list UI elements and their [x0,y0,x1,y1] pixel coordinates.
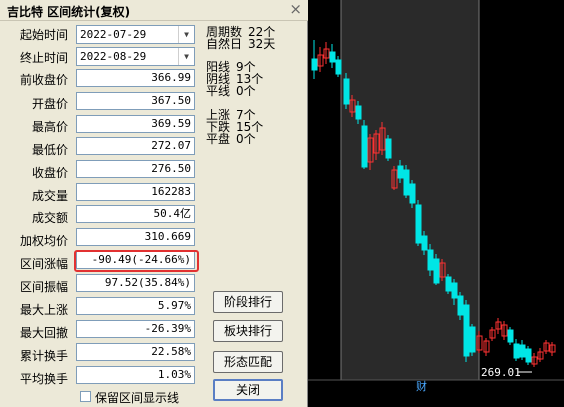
stat-label: 自然日 [206,37,243,51]
chevron-down-icon[interactable]: ▼ [178,48,194,65]
candle-body [385,138,392,159]
start-date-picker[interactable]: 2022-07-29 ▼ [76,25,195,44]
start-time-label: 起始时间 [19,28,68,42]
stat-label: 平盘 [206,132,231,146]
low-value: 272.07 [76,137,195,155]
end-time-label: 终止时间 [19,51,68,65]
candle-body [335,59,342,75]
stat-value: 32天 [248,37,276,51]
candle-body [507,329,514,343]
candle-body [433,258,440,284]
keep-range-lines-label: 保留区间显示线 [95,391,180,405]
stat-flat-candles: 平线 0个 [206,84,256,98]
chevron-down-icon[interactable]: ▼ [178,26,194,43]
start-date-value: 2022-07-29 [80,28,147,41]
candle-body [421,235,428,251]
candle-body [409,183,416,204]
price-label: 269.01 [481,366,521,379]
stat-label: 平线 [206,84,231,98]
max-rise-value: 5.97% [76,297,195,315]
finance-tag: 财 [416,380,427,393]
open-label: 开盘价 [31,97,68,111]
volume-value: 162283 [76,183,195,201]
max-rise-label: 最大上涨 [19,303,68,317]
turnover-value: 50.4亿 [76,205,195,223]
end-date-picker[interactable]: 2022-08-29 ▼ [76,47,195,66]
avg-turnover-label: 平均换手 [19,372,68,386]
max-drawdown-label: 最大回撤 [19,326,68,340]
candle-body [445,276,452,292]
sector-rank-button[interactable]: 板块排行 [213,320,283,342]
max-drawdown-value: -26.39% [76,320,195,338]
candle-body [329,51,336,63]
avg-turnover-value: 1.03% [76,366,195,384]
candle-body [463,304,470,357]
stat-value: 0个 [236,84,256,98]
title-bar: 吉比特 区间统计(复权) × [0,0,308,21]
cum-turnover-value: 22.58% [76,343,195,361]
end-date-value: 2022-08-29 [80,50,147,63]
interval-stats-dialog: 吉比特 区间统计(复权) × 起始时间 2022-07-29 ▼ 终止时间 20… [0,0,308,407]
turnover-label: 成交额 [31,211,68,225]
candle-body [311,58,318,71]
high-label: 最高价 [31,120,68,134]
candle-body [397,165,404,179]
candle-body [519,344,526,358]
prev-close-label: 前收盘价 [19,73,68,87]
close-button[interactable]: 关闭 [213,379,283,401]
stat-natural-days: 自然日 32天 [206,37,275,51]
candle-body [343,78,350,105]
stat-flat-days: 平盘 0个 [206,132,256,146]
stat-value: 0个 [236,132,256,146]
stage-rank-button[interactable]: 阶段排行 [213,291,283,313]
candle-body [427,249,434,271]
candle-body [355,105,362,120]
amplitude-value: 97.52(35.84%) [76,274,195,292]
candle-body [457,295,464,316]
candle-body [525,348,532,363]
candle-body [513,343,520,359]
open-value: 367.50 [76,92,195,110]
close-label: 收盘价 [31,166,68,180]
candle-body [469,326,476,353]
volume-label: 成交量 [31,189,68,203]
close-value: 276.50 [76,160,195,178]
highlight-box [74,250,199,272]
candle-body [415,204,422,244]
vwap-label: 加权均价 [19,234,68,248]
low-label: 最低价 [31,143,68,157]
keep-range-lines-checkbox[interactable] [80,391,91,402]
close-icon[interactable]: × [289,1,302,18]
cum-turnover-label: 累计换手 [19,349,68,363]
candle-body [361,125,368,168]
pattern-match-button[interactable]: 形态匹配 [213,351,283,373]
prev-close-value: 366.99 [76,69,195,87]
candle-body [451,282,458,299]
vwap-value: 310.669 [76,228,195,246]
change-label: 区间涨幅 [19,257,68,271]
amplitude-label: 区间振幅 [19,280,68,294]
candle-body [403,169,410,196]
high-value: 369.59 [76,115,195,133]
dialog-title: 吉比特 区间统计(复权) [7,5,131,19]
